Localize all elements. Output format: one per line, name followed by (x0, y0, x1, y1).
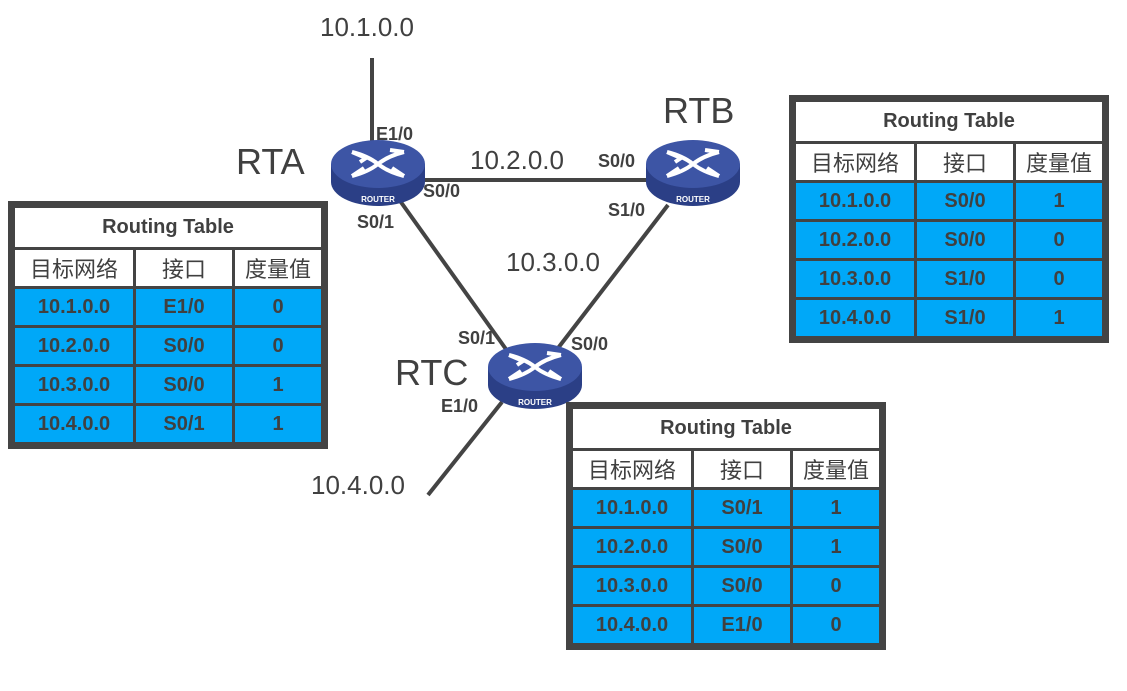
table-title: Routing Table (12, 205, 324, 250)
table-cell: 10.2.0.0 (793, 219, 917, 261)
table-row: 10.4.0.0 S1/0 1 (793, 297, 1105, 339)
table-cell: 1 (790, 487, 882, 529)
column-header: 度量值 (232, 247, 324, 289)
router-icon-rtb: ROUTER (646, 140, 740, 206)
column-header: 接口 (133, 247, 235, 289)
column-header: 目标网络 (570, 448, 694, 490)
table-cell: S0/0 (133, 325, 235, 367)
table-cell: S0/0 (691, 526, 793, 568)
table-cell: 10.1.0.0 (570, 487, 694, 529)
interface-label: S0/1 (357, 212, 395, 232)
network-label: 10.3.0.0 (506, 247, 600, 277)
table-row: 10.3.0.0 S0/0 0 (570, 565, 882, 607)
table-cell: 10.1.0.0 (793, 180, 917, 222)
table-cell: S0/0 (691, 565, 793, 607)
table-cell: 0 (232, 286, 324, 328)
table-title: Routing Table (793, 99, 1105, 144)
table-cell: S1/0 (914, 297, 1016, 339)
table-cell: 10.2.0.0 (570, 526, 694, 568)
table-cell: 10.4.0.0 (12, 403, 136, 445)
table-cell: 10.3.0.0 (793, 258, 917, 300)
table-cell: 10.1.0.0 (12, 286, 136, 328)
router-name-rtb: RTB (663, 90, 735, 131)
column-header: 接口 (691, 448, 793, 490)
table-cell: S0/1 (691, 487, 793, 529)
routing-table-rta: Routing Table 目标网络 接口 度量值 10.1.0.0 E1/0 0 10.2.… (8, 201, 328, 449)
column-header: 目标网络 (12, 247, 136, 289)
column-header: 度量值 (1013, 141, 1105, 183)
table-cell: 10.4.0.0 (570, 604, 694, 646)
table-cell: 1 (232, 364, 324, 406)
column-header: 度量值 (790, 448, 882, 490)
interface-label: E1/0 (441, 396, 479, 416)
table-row: 10.4.0.0 S0/1 1 (12, 403, 324, 445)
table-row: 10.2.0.0 S0/0 0 (12, 325, 324, 367)
network-label: 10.4.0.0 (311, 470, 405, 500)
table-cell: 0 (232, 325, 324, 367)
table-cell: 10.3.0.0 (570, 565, 694, 607)
table-cell: 0 (1013, 258, 1105, 300)
router-label: ROUTER (676, 195, 710, 204)
table-cell: 1 (1013, 180, 1105, 222)
routing-table-rtc: Routing Table 目标网络 接口 度量值 10.1.0.0 S0/1 1 10.2.… (566, 402, 886, 650)
table-cell: 0 (1013, 219, 1105, 261)
table-cell: 1 (232, 403, 324, 445)
table-row: 10.1.0.0 S0/0 1 (793, 180, 1105, 222)
network-label: 10.2.0.0 (470, 145, 564, 175)
router-icon-rtc: ROUTER (488, 343, 582, 409)
table-row: 10.2.0.0 S0/0 0 (793, 219, 1105, 261)
network-diagram: ROUTER ROUTER ROUTER 10.1.0.0 10.2.0.0 10.… (0, 0, 1127, 691)
table-row: 10.1.0.0 S0/1 1 (570, 487, 882, 529)
router-label: ROUTER (361, 195, 395, 204)
table-cell: S0/1 (133, 403, 235, 445)
column-header: 接口 (914, 141, 1016, 183)
table-cell: 1 (1013, 297, 1105, 339)
router-label: ROUTER (518, 398, 552, 407)
table-cell: 1 (790, 526, 882, 568)
link-rtb-rtc (553, 203, 670, 354)
table-row: 10.3.0.0 S0/0 1 (12, 364, 324, 406)
table-row: 10.3.0.0 S1/0 0 (793, 258, 1105, 300)
router-name-rta: RTA (236, 141, 305, 182)
network-label: 10.1.0.0 (320, 12, 414, 42)
table-cell: S0/0 (914, 219, 1016, 261)
table-cell: 0 (790, 604, 882, 646)
table-row: 10.2.0.0 S0/0 1 (570, 526, 882, 568)
table-cell: 10.4.0.0 (793, 297, 917, 339)
table-cell: 0 (790, 565, 882, 607)
table-cell: S1/0 (914, 258, 1016, 300)
interface-label: S0/0 (571, 334, 609, 354)
interface-label: E1/0 (376, 124, 414, 144)
table-row: 10.4.0.0 E1/0 0 (570, 604, 882, 646)
interface-label: S0/0 (598, 151, 636, 171)
interface-label: S0/1 (458, 328, 496, 348)
routing-table-rtb: Routing Table 目标网络 接口 度量值 10.1.0.0 S0/0 1 10.2.… (789, 95, 1109, 343)
column-header: 目标网络 (793, 141, 917, 183)
router-icon-rta: ROUTER (331, 140, 425, 206)
router-name-rtc: RTC (395, 352, 469, 393)
interface-label: S0/0 (423, 181, 461, 201)
table-cell: S0/0 (133, 364, 235, 406)
table-cell: 10.3.0.0 (12, 364, 136, 406)
table-cell: 10.2.0.0 (12, 325, 136, 367)
table-cell: E1/0 (691, 604, 793, 646)
table-row: 10.1.0.0 E1/0 0 (12, 286, 324, 328)
table-cell: S0/0 (914, 180, 1016, 222)
table-title: Routing Table (570, 406, 882, 451)
interface-label: S1/0 (608, 200, 646, 220)
table-cell: E1/0 (133, 286, 235, 328)
